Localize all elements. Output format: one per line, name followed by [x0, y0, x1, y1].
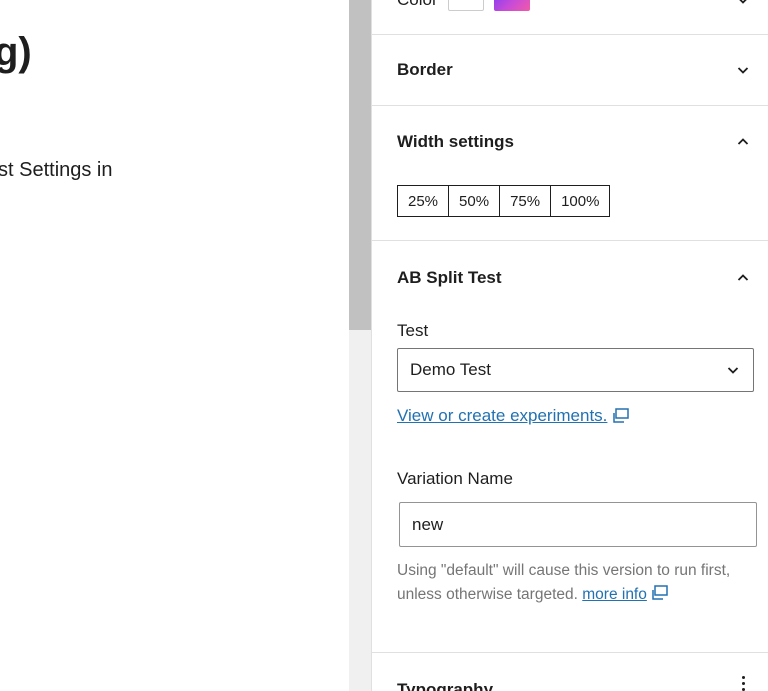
- more-vertical-icon[interactable]: [735, 670, 751, 691]
- scrollbar-thumb[interactable]: [349, 0, 371, 330]
- post-paragraph[interactable]: st Settings in: [0, 157, 113, 183]
- typography-panel-title: Typography: [397, 680, 494, 691]
- width-settings-panel: Width settings 25% 50% 75% 100%: [372, 106, 768, 241]
- view-experiments-link[interactable]: View or create experiments.: [397, 406, 630, 426]
- chevron-down-icon[interactable]: [735, 0, 751, 8]
- ab-split-test-title: AB Split Test: [397, 268, 502, 287]
- external-link-icon: [611, 408, 630, 424]
- test-field-label: Test: [397, 321, 429, 340]
- width-25-button[interactable]: 25%: [398, 186, 450, 216]
- width-button-group: 25% 50% 75% 100%: [397, 185, 611, 217]
- chevron-up-icon[interactable]: [735, 270, 751, 286]
- variation-help-text: Using "default" will cause this version …: [397, 559, 747, 607]
- ab-split-test-header[interactable]: AB Split Test: [397, 258, 751, 298]
- more-info-link-text: more info: [582, 586, 647, 604]
- border-panel-title: Border: [397, 60, 453, 79]
- color-panel: Color: [372, 0, 768, 35]
- typography-panel: Typography: [372, 653, 768, 691]
- variation-help-copy: Using "default" will cause this version …: [397, 562, 731, 604]
- width-settings-title: Width settings: [397, 132, 514, 151]
- editor-window: g) st Settings in Color Border: [0, 0, 768, 691]
- color-panel-title: Color: [397, 0, 438, 10]
- external-link-icon: [650, 585, 668, 601]
- chevron-down-icon[interactable]: [735, 62, 751, 78]
- block-settings-sidebar: Color Border Width settings: [371, 0, 768, 691]
- width-75-button[interactable]: 75%: [500, 186, 552, 216]
- variation-name-label: Variation Name: [397, 469, 513, 488]
- typography-panel-header[interactable]: Typography: [397, 670, 751, 691]
- width-settings-header[interactable]: Width settings: [397, 122, 751, 162]
- test-select[interactable]: Demo Test: [397, 348, 754, 392]
- view-experiments-link-text: View or create experiments.: [397, 406, 608, 425]
- border-panel: Border: [372, 35, 768, 106]
- test-select-value: Demo Test: [410, 360, 491, 379]
- width-100-button[interactable]: 100%: [551, 186, 610, 216]
- color-panel-header[interactable]: Color: [397, 0, 751, 20]
- chevron-up-icon[interactable]: [735, 134, 751, 150]
- ab-split-test-panel: AB Split Test Test Demo Test View or cre…: [372, 241, 768, 653]
- canvas-scrollbar[interactable]: [349, 0, 371, 691]
- editor-canvas[interactable]: g) st Settings in: [0, 0, 349, 691]
- border-panel-header[interactable]: Border: [397, 50, 751, 90]
- variation-name-input[interactable]: [399, 502, 757, 547]
- width-50-button[interactable]: 50%: [449, 186, 501, 216]
- text-color-swatch[interactable]: [447, 0, 484, 11]
- post-heading[interactable]: g): [0, 30, 32, 74]
- background-gradient-swatch[interactable]: [493, 0, 530, 11]
- more-info-link[interactable]: more info: [582, 585, 668, 604]
- chevron-down-icon: [725, 362, 741, 378]
